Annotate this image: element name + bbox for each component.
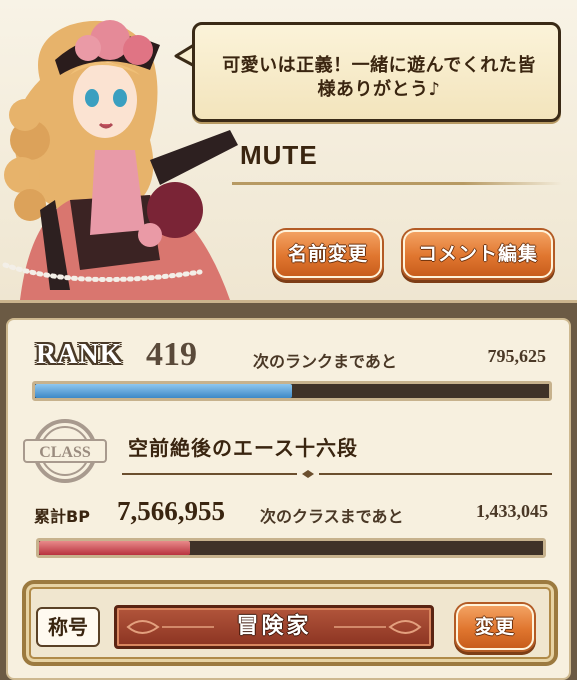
rank-progress-fill (35, 384, 292, 398)
rank-progress-bar (32, 381, 552, 401)
rank-next-label: 次のランクまであと (253, 352, 397, 371)
class-next-value: 1,433,045 (476, 501, 548, 521)
rename-button[interactable]: 名前変更 (274, 230, 382, 278)
player-name: MUTE (240, 140, 318, 170)
class-emblem-icon: CLASS (23, 419, 107, 483)
class-title: 空前絶後のエース十六段 (128, 436, 358, 460)
title-value: 冒険家 (236, 614, 312, 639)
rank-next-value: 795,625 (487, 346, 547, 366)
class-next-label: 次のクラスまであと (260, 507, 404, 526)
class-progress-fill (39, 541, 191, 555)
edit-comment-button[interactable]: コメント編集 (403, 230, 553, 278)
total-bp-value: 7,566,955 (117, 496, 225, 526)
rank-label: RANK (36, 339, 123, 370)
profile-panel: 可愛いは正義！一緒に遊んでくれた皆様ありがとう♪ MUTE 名前変更 コメント編… (0, 0, 577, 303)
class-emblem-text: CLASS (39, 444, 91, 461)
comment-text: 可愛いは正義！一緒に遊んでくれた皆様ありがとう♪ (222, 55, 536, 100)
total-bp-label: 累計BP (34, 507, 90, 526)
class-progress-bar (36, 538, 546, 558)
class-divider (122, 470, 552, 478)
title-label: 称号 (36, 607, 100, 647)
name-underline (232, 182, 562, 185)
rank-value: 419 (146, 336, 197, 373)
change-title-button[interactable]: 変更 (456, 604, 534, 650)
